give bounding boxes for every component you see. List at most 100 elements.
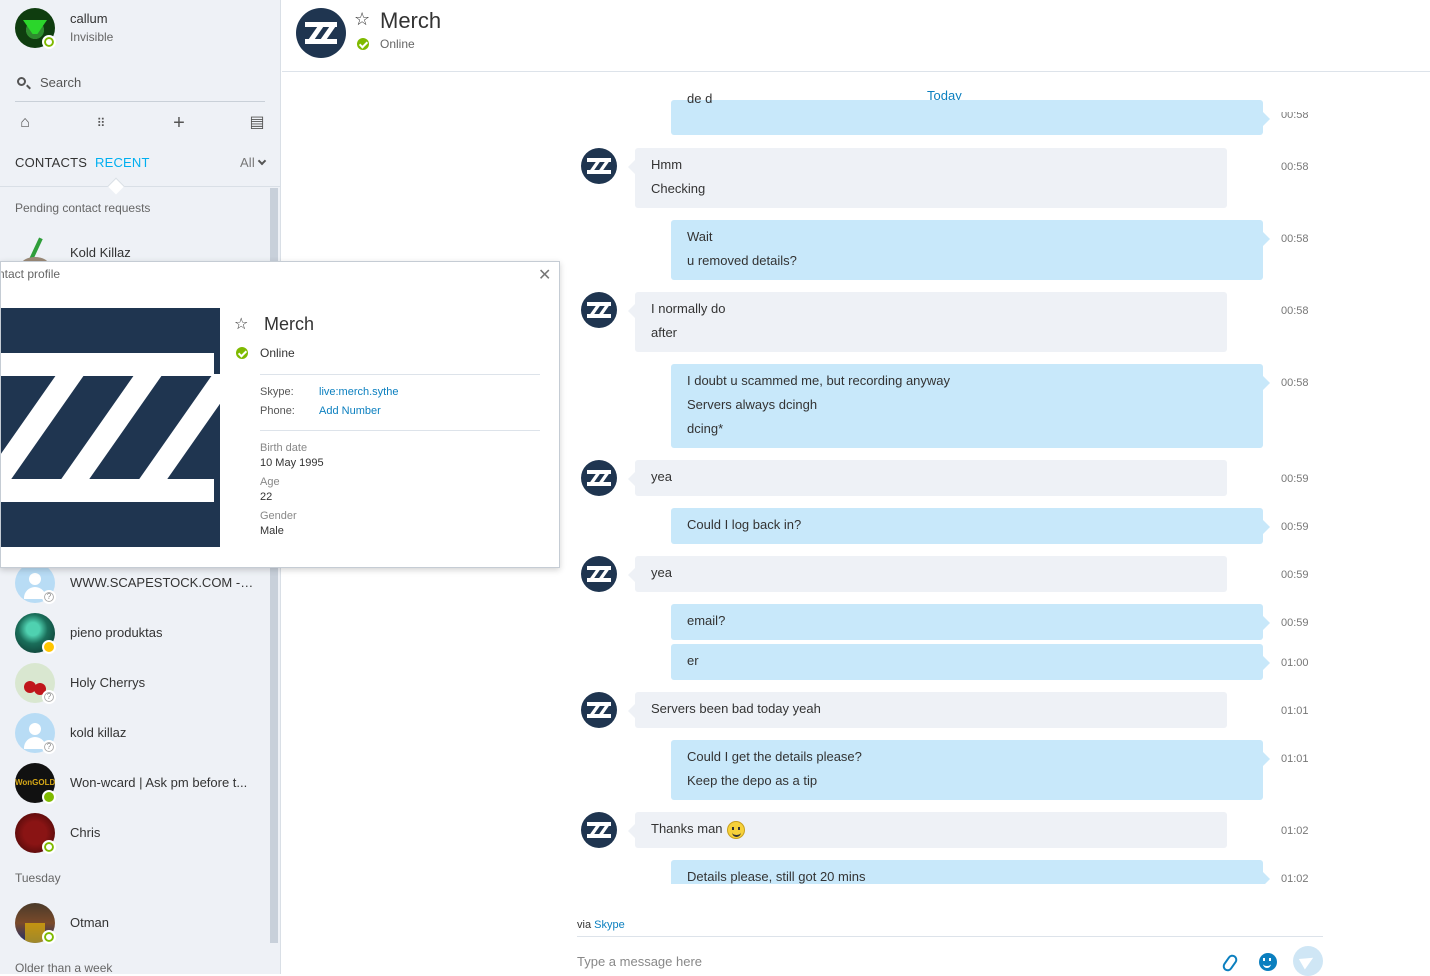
message-text: I normally do xyxy=(651,301,726,316)
avatar xyxy=(581,148,617,184)
tab-contacts[interactable]: CONTACTS xyxy=(15,155,87,170)
message-bubble-in[interactable]: yea xyxy=(628,460,1227,496)
skype-id-link[interactable]: live:merch.sythe xyxy=(319,386,398,398)
dialpad-icon[interactable]: ⠿ xyxy=(91,113,111,133)
message-bubble-out[interactable]: Could I log back in? xyxy=(671,508,1270,544)
add-icon[interactable]: + xyxy=(169,113,189,133)
list-item[interactable]: Chris xyxy=(15,813,265,854)
message-bubble-in[interactable]: yea xyxy=(628,556,1227,592)
filter-label: All xyxy=(239,155,255,170)
compose-divider xyxy=(577,936,1323,937)
message-text: de d xyxy=(687,91,713,106)
message-time: 00:58 xyxy=(1281,377,1309,389)
message-text: Hmm xyxy=(651,157,683,172)
message-bubble-in[interactable]: Servers been bad today yeah xyxy=(628,692,1227,728)
contact-name: Won-wcard | Ask pm before t... xyxy=(70,775,248,790)
via-skype-link[interactable]: Skype xyxy=(594,919,625,931)
avatar xyxy=(581,292,617,328)
message-input[interactable]: Type a message here xyxy=(577,954,702,969)
message-bubble-out[interactable]: Wait u removed details? xyxy=(671,220,1270,280)
contact-name: kold killaz xyxy=(70,725,127,740)
pending-requests-heading: Pending contact requests xyxy=(15,201,151,215)
unknown-status-icon: ? xyxy=(42,590,56,604)
message-time: 01:02 xyxy=(1281,873,1309,884)
message-text: Servers always dcingh xyxy=(687,397,818,412)
message-bubble-out[interactable]: er xyxy=(671,644,1270,680)
message-text: Could I log back in? xyxy=(687,517,802,532)
age-value: 22 xyxy=(260,491,273,503)
conversation-header: ☆ Merch Online xyxy=(282,0,1430,72)
contact-name: Chris xyxy=(70,825,101,840)
message-bubble-out[interactable]: de d xyxy=(671,91,1270,135)
birth-date-value: 10 May 1995 xyxy=(260,457,324,469)
unknown-status-icon: ? xyxy=(42,690,56,704)
send-button[interactable] xyxy=(1293,946,1323,976)
message-bubble-out[interactable]: email? xyxy=(671,604,1270,640)
tab-recent[interactable]: RECENT xyxy=(95,155,150,170)
gender-label: Gender xyxy=(260,510,297,522)
message-bubble-in[interactable]: Hmm Checking xyxy=(628,148,1227,208)
contact-name: Otman xyxy=(70,915,110,930)
message-bubble-out[interactable]: Could I get the details please? Keep the… xyxy=(671,740,1270,800)
message-text: u removed details? xyxy=(687,253,797,268)
message-text: yea xyxy=(651,565,672,580)
contacts-book-icon[interactable]: ▤ xyxy=(247,113,267,133)
search-icon xyxy=(17,77,26,86)
favorite-star-icon[interactable]: ☆ xyxy=(234,314,248,334)
message-text: Could I get the details please? xyxy=(687,749,862,764)
add-number-link[interactable]: Add Number xyxy=(319,405,381,417)
tuesday-heading: Tuesday xyxy=(15,871,61,885)
conversation-title[interactable]: Merch xyxy=(380,8,441,34)
older-heading: Older than a week xyxy=(15,961,113,974)
avatar[interactable] xyxy=(296,8,346,58)
message-bubble-out[interactable]: Details please, still got 20 mins xyxy=(671,860,1270,884)
smiley-icon xyxy=(726,820,745,839)
list-item[interactable]: WonGOLD Won-wcard | Ask pm before t... xyxy=(15,763,265,804)
message-time: 01:01 xyxy=(1281,753,1309,765)
message-text: after xyxy=(651,325,678,340)
contact-tabs: CONTACTS RECENT All xyxy=(15,155,267,175)
list-item[interactable]: pieno produktas xyxy=(15,613,265,654)
popup-title: ntact profile xyxy=(0,267,61,281)
online-status-icon xyxy=(357,38,369,50)
list-item[interactable]: ? Holy Cherrys xyxy=(15,663,265,704)
message-time: 01:02 xyxy=(1281,825,1309,837)
search-box[interactable]: Search xyxy=(15,72,265,102)
search-input[interactable]: Search xyxy=(40,75,81,90)
chevron-down-icon xyxy=(257,156,267,166)
list-item[interactable]: ? kold killaz xyxy=(15,713,265,754)
contact-name: WWW.SCAPESTOCK.COM -RS... xyxy=(70,575,260,590)
phone-label: Phone: xyxy=(260,405,295,417)
contact-name: Holy Cherrys xyxy=(70,675,146,690)
message-text: yea xyxy=(651,469,672,484)
invisible-status-icon xyxy=(42,35,56,49)
favorite-star-icon[interactable]: ☆ xyxy=(354,9,370,30)
message-text: Servers been bad today yeah xyxy=(651,701,821,716)
list-item[interactable]: Otman xyxy=(15,903,265,944)
message-text: Thanks man xyxy=(651,821,723,836)
skype-label: Skype: xyxy=(260,386,294,398)
paperclip-icon[interactable] xyxy=(1220,952,1240,974)
message-bubble-in[interactable]: Thanks man xyxy=(628,812,1227,848)
contact-name: Kold Killaz xyxy=(70,245,131,260)
close-icon[interactable]: ✕ xyxy=(538,265,551,285)
gender-value: Male xyxy=(260,525,284,537)
online-status-icon xyxy=(236,347,248,359)
home-icon[interactable]: ⌂ xyxy=(15,113,35,133)
contact-profile-popup: ntact profile ✕ ☆ Merch Online Skype: li… xyxy=(0,261,560,568)
profile-name: Merch xyxy=(264,314,315,334)
message-time: 01:00 xyxy=(1281,657,1309,669)
invisible-status-icon xyxy=(42,840,56,854)
via-text: via xyxy=(577,919,592,931)
filter-dropdown[interactable]: All xyxy=(239,155,267,170)
my-name: callum xyxy=(70,11,108,26)
message-bubble-out[interactable]: I doubt u scammed me, but recording anyw… xyxy=(671,364,1270,448)
emoticon-icon[interactable] xyxy=(1259,953,1277,971)
online-status-icon xyxy=(42,790,56,804)
message-time: 00:59 xyxy=(1281,617,1309,629)
contact-name: pieno produktas xyxy=(70,625,163,640)
divider xyxy=(260,374,540,375)
list-item[interactable]: ? WWW.SCAPESTOCK.COM -RS... xyxy=(15,563,265,604)
my-profile[interactable]: callum Invisible xyxy=(15,8,275,49)
message-bubble-in[interactable]: I normally do after xyxy=(628,292,1227,352)
